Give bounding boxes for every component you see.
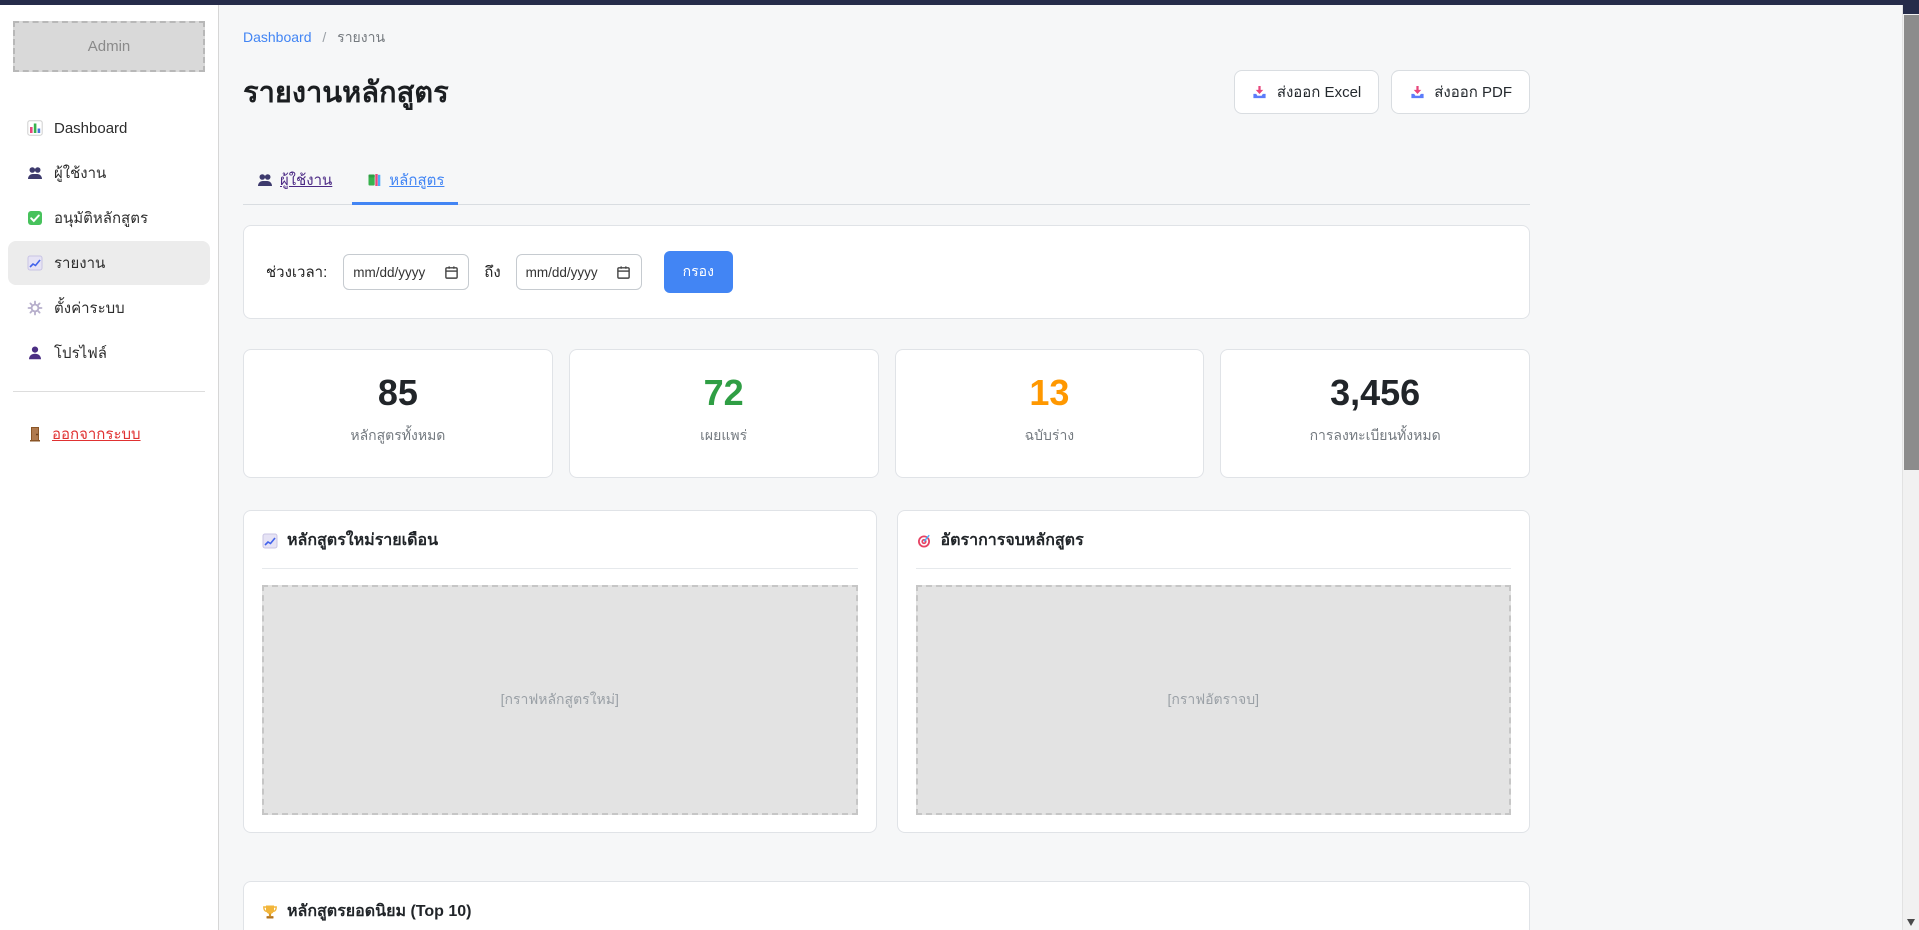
sidebar-item-label: โปรไฟล์: [54, 341, 107, 365]
stat-label: เผยแพร่: [578, 425, 870, 447]
chart-title: หลักสูตรใหม่รายเดือน: [287, 528, 438, 553]
stat-card-total-enrollments: 3,456 การลงทะเบียนทั้งหมด: [1220, 349, 1530, 478]
breadcrumb-separator: /: [322, 29, 326, 45]
filter-card: ช่วงเวลา: mm/dd/yyyy ถึง mm/dd/yyyy: [243, 225, 1530, 319]
vertical-scrollbar[interactable]: [1902, 0, 1919, 930]
sidebar-item-label: ผู้ใช้งาน: [54, 161, 106, 185]
stat-card-draft: 13 ฉบับร่าง: [895, 349, 1205, 478]
sidebar: Admin Dashboard ผู้ใช้งาน: [0, 5, 219, 930]
sidebar-item-users[interactable]: ผู้ใช้งาน: [8, 151, 210, 195]
books-icon: [366, 172, 382, 188]
logout-label: ออกจากระบบ: [52, 422, 141, 446]
users-icon: [257, 172, 273, 188]
stat-card-total-courses: 85 หลักสูตรทั้งหมด: [243, 349, 553, 478]
admin-logo: Admin: [13, 21, 205, 72]
stat-value: 72: [578, 372, 870, 414]
sidebar-item-approve-courses[interactable]: อนุมัติหลักสูตร: [8, 196, 210, 240]
export-excel-button[interactable]: ส่งออก Excel: [1234, 70, 1379, 114]
download-icon: [1409, 84, 1425, 100]
chart-placeholder-new-courses: [กราฟหลักสูตรใหม่]: [262, 585, 858, 815]
bar-chart-icon: [27, 120, 43, 136]
chart-card-completion-rate: อัตราการจบหลักสูตร [กราฟอัตราจบ]: [897, 510, 1531, 833]
scrollbar-thumb[interactable]: [1904, 15, 1919, 470]
logout-link[interactable]: ออกจากระบบ: [27, 422, 141, 446]
sidebar-item-dashboard[interactable]: Dashboard: [8, 106, 210, 150]
breadcrumb-home-link[interactable]: Dashboard: [243, 29, 312, 45]
stat-value: 3,456: [1229, 372, 1521, 414]
export-excel-label: ส่งออก Excel: [1277, 80, 1361, 104]
export-pdf-button[interactable]: ส่งออก PDF: [1391, 70, 1530, 114]
stat-card-published: 72 เผยแพร่: [569, 349, 879, 478]
date-to-value: mm/dd/yyyy: [526, 265, 598, 280]
sidebar-item-settings[interactable]: ตั้งค่าระบบ: [8, 286, 210, 330]
line-chart-icon: [262, 533, 278, 549]
card-divider: [916, 568, 1512, 569]
tab-users-label: ผู้ใช้งาน: [280, 168, 332, 192]
trophy-icon: [262, 904, 278, 920]
tab-courses[interactable]: หลักสูตร: [352, 164, 458, 204]
sidebar-item-profile[interactable]: โปรไฟล์: [8, 331, 210, 375]
card-divider: [262, 568, 858, 569]
sidebar-item-reports[interactable]: รายงาน: [8, 241, 210, 285]
line-chart-icon: [27, 255, 43, 271]
filter-button[interactable]: กรอง: [664, 251, 733, 293]
popular-title: หลักสูตรยอดนิยม (Top 10): [287, 899, 472, 924]
scroll-down-arrow-icon[interactable]: [1907, 919, 1915, 926]
chart-title: อัตราการจบหลักสูตร: [941, 528, 1084, 553]
export-pdf-label: ส่งออก PDF: [1434, 80, 1512, 104]
chart-placeholder-completion-rate: [กราฟอัตราจบ]: [916, 585, 1512, 815]
target-icon: [916, 533, 932, 549]
date-to-input[interactable]: mm/dd/yyyy: [516, 254, 642, 290]
check-icon: [27, 210, 43, 226]
app-window: Admin Dashboard ผู้ใช้งาน: [0, 0, 1919, 930]
charts-row: หลักสูตรใหม่รายเดือน [กราฟหลักสูตรใหม่] …: [243, 510, 1530, 833]
calendar-icon[interactable]: [443, 264, 459, 280]
breadcrumb-current: รายงาน: [337, 29, 385, 45]
sidebar-nav: Dashboard ผู้ใช้งาน อนุมัติหลักสูตร: [0, 106, 218, 375]
popular-courses-card: หลักสูตรยอดนิยม (Top 10): [243, 881, 1530, 930]
sidebar-item-label: อนุมัติหลักสูตร: [54, 206, 148, 230]
sidebar-item-label: Dashboard: [54, 120, 127, 137]
stat-value: 13: [904, 372, 1196, 414]
stat-label: การลงทะเบียนทั้งหมด: [1229, 425, 1521, 447]
calendar-icon[interactable]: [616, 264, 632, 280]
page-title: รายงานหลักสูตร: [243, 69, 449, 115]
chart-card-new-courses: หลักสูตรใหม่รายเดือน [กราฟหลักสูตรใหม่]: [243, 510, 877, 833]
top-accent-bar: [0, 0, 1919, 5]
users-icon: [27, 165, 43, 181]
date-from-input[interactable]: mm/dd/yyyy: [343, 254, 469, 290]
gear-icon: [27, 300, 43, 316]
tab-courses-label: หลักสูตร: [389, 168, 444, 192]
breadcrumb: Dashboard / รายงาน: [243, 27, 1530, 49]
sidebar-divider: [13, 391, 205, 392]
download-icon: [1252, 84, 1268, 100]
person-icon: [27, 345, 43, 361]
stats-row: 85 หลักสูตรทั้งหมด 72 เผยแพร่ 13 ฉบับร่า…: [243, 349, 1530, 478]
period-label: ช่วงเวลา:: [266, 260, 327, 284]
main-content: Dashboard / รายงาน รายงานหลักสูตร ส่งออก…: [219, 5, 1919, 930]
stat-value: 85: [252, 372, 544, 414]
stat-label: หลักสูตรทั้งหมด: [252, 425, 544, 447]
tab-users[interactable]: ผู้ใช้งาน: [243, 164, 346, 204]
tab-bar: ผู้ใช้งาน หลักสูตร: [243, 164, 1530, 205]
to-label: ถึง: [484, 260, 500, 284]
sidebar-item-label: รายงาน: [54, 251, 105, 275]
date-from-value: mm/dd/yyyy: [353, 265, 425, 280]
sidebar-item-label: ตั้งค่าระบบ: [54, 296, 125, 320]
stat-label: ฉบับร่าง: [904, 425, 1196, 447]
door-icon: [27, 426, 43, 442]
